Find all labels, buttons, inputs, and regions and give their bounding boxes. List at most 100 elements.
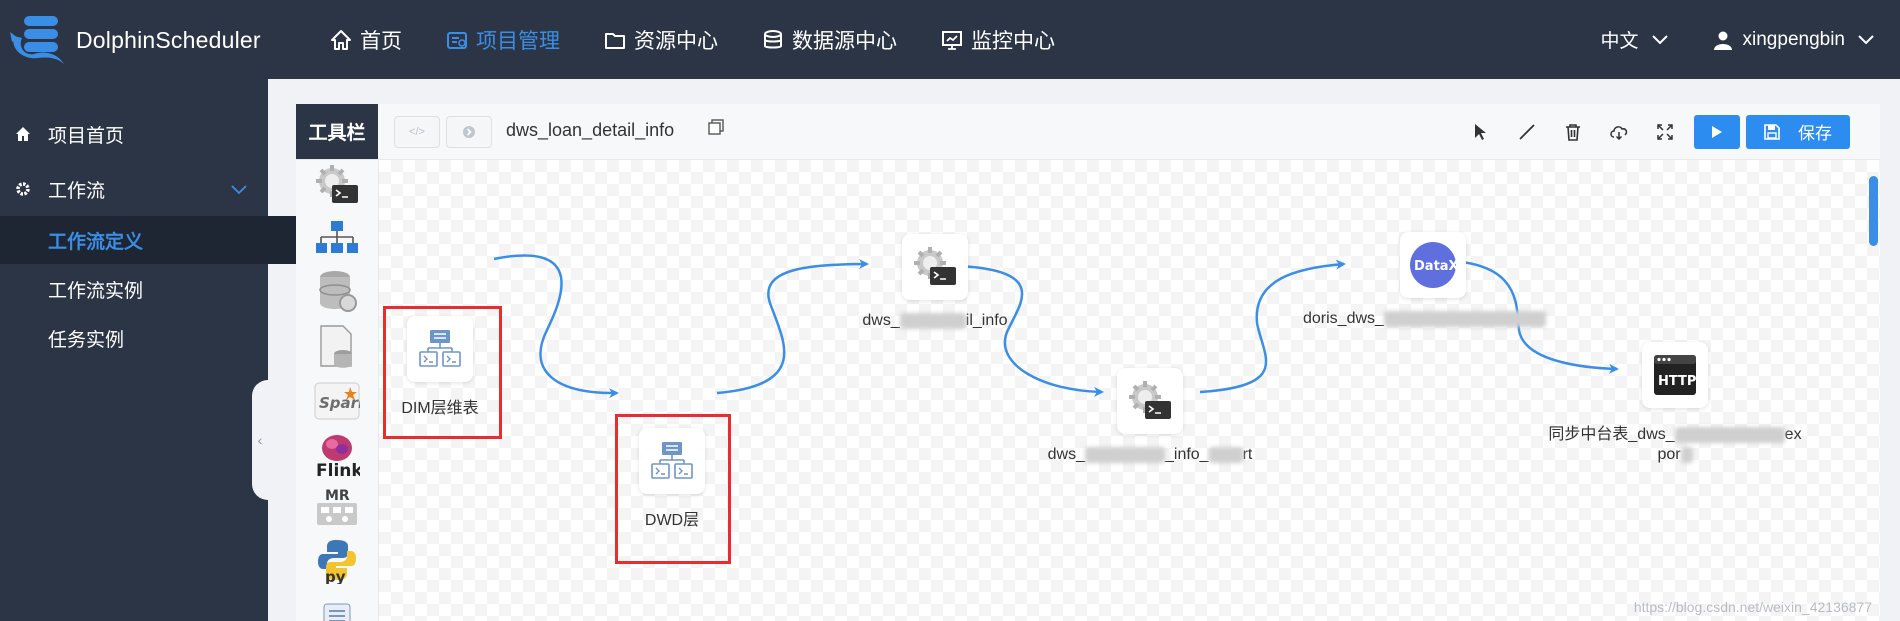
toolbar-title: 工具栏 — [296, 104, 378, 159]
task-node-shell-1[interactable]: dws_ il_info — [835, 234, 1035, 330]
shell-icon — [316, 165, 358, 203]
palette-dependent[interactable] — [312, 592, 362, 621]
download-button[interactable] — [1596, 124, 1642, 140]
palette-procedure[interactable] — [312, 266, 362, 316]
gear-icon — [13, 181, 33, 197]
user-icon — [1713, 31, 1732, 50]
svg-text:py: py — [325, 568, 346, 584]
user-menu[interactable]: xingpengbin — [1713, 29, 1875, 51]
task-node-label: dws_ _info_ rt — [1045, 446, 1255, 464]
nav-item-project[interactable]: 项目管理 — [446, 25, 560, 55]
dag-canvas[interactable]: DIM层维表 DWD层 dws_ il_info dws_ _info_ rt — [379, 160, 1880, 621]
sidebar-item-workflow-instance[interactable]: 工作流实例 — [0, 265, 316, 313]
nav-item-datasource[interactable]: 数据源中心 — [762, 25, 897, 55]
line-tool-button[interactable] — [1504, 123, 1550, 141]
top-nav: DolphinScheduler 首页 项目管理 资源中心 数据源中心 监控中心… — [0, 0, 1900, 79]
main-nav: 首页 项目管理 资源中心 数据源中心 监控中心 — [330, 0, 1099, 79]
language-switcher[interactable]: 中文 — [1601, 26, 1669, 53]
palette-sub-process[interactable] — [312, 214, 362, 264]
project-icon — [447, 31, 467, 49]
shell-icon — [1129, 381, 1171, 419]
task-node-label: DIM层维表 — [401, 400, 479, 417]
task-node-icon-box — [1117, 368, 1183, 434]
datax-icon-text: DataX — [1414, 259, 1457, 274]
chevron-down-icon — [1858, 34, 1874, 44]
sidebar-item-label: 工作流实例 — [48, 280, 144, 302]
datax-icon: DataX — [1410, 242, 1457, 288]
edge-n1-n2[interactable] — [493, 254, 619, 399]
flink-icon: Flink — [316, 435, 360, 478]
sub-process-icon — [316, 221, 358, 253]
sidebar-item-workflow[interactable]: 工作流 — [0, 165, 268, 213]
sidebar-item-task-instance[interactable]: 任务实例 — [0, 314, 316, 362]
task-node-icon-box — [902, 234, 968, 300]
sidebar-collapse-handle[interactable]: ‹ — [252, 380, 268, 500]
editor-toolbar: 工具栏 </> dws_loan_detail_info 保存 — [296, 104, 1880, 160]
task-node-dwd[interactable]: DWD层 — [615, 428, 729, 530]
nav-item-label: 数据源中心 — [792, 29, 897, 53]
spark-icon: Spark — [314, 382, 360, 420]
shell-icon — [914, 247, 956, 285]
redacted-text — [1208, 446, 1243, 463]
palette-flink[interactable]: Flink — [312, 430, 362, 480]
view-variables-button[interactable]: </> — [394, 116, 440, 148]
label-part: rt — [1242, 446, 1253, 463]
chevron-down-icon — [1651, 34, 1668, 44]
sidebar-item-workflow-definition[interactable]: 工作流定义 — [0, 216, 316, 264]
logo[interactable]: DolphinScheduler — [8, 12, 268, 68]
sql-icon — [320, 325, 352, 368]
sidebar-item-label: 工作流 — [48, 180, 106, 202]
task-node-icon-box: HTTP — [1642, 342, 1708, 408]
sidebar-item-label: 任务实例 — [48, 329, 125, 351]
label-part: ex — [1784, 426, 1802, 443]
palette-sql[interactable] — [312, 322, 362, 372]
copy-icon[interactable] — [708, 119, 724, 135]
app-name: DolphinScheduler — [76, 26, 261, 53]
home-icon — [331, 29, 351, 50]
run-button[interactable] — [1694, 114, 1740, 149]
dependent-icon — [323, 603, 351, 621]
user-name: xingpengbin — [1742, 28, 1845, 50]
http-icon: HTTP — [1654, 355, 1696, 395]
palette-python[interactable]: py — [312, 536, 362, 586]
redacted-text — [1674, 426, 1785, 443]
save-label: 保存 — [1798, 124, 1832, 143]
mr-icon: MR — [317, 488, 357, 525]
save-button[interactable]: 保存 — [1746, 114, 1850, 149]
sidebar-item-project-home[interactable]: 项目首页 — [0, 110, 268, 158]
task-node-label: doris_dws_ — [1303, 310, 1563, 328]
svg-text:Spark: Spark — [319, 394, 360, 412]
home-icon — [13, 126, 33, 142]
drag-tool-button[interactable] — [1458, 123, 1504, 141]
fullscreen-button[interactable] — [1642, 123, 1688, 140]
task-node-icon-box — [639, 428, 705, 494]
task-node-label: DWD层 — [644, 512, 700, 529]
dag-editor: 工具栏 </> dws_loan_detail_info 保存 Spar Fli… — [296, 104, 1880, 621]
delete-button[interactable] — [1550, 123, 1596, 141]
editor-tools: 保存 — [1458, 104, 1880, 159]
workflow-name: dws_loan_detail_info — [506, 120, 675, 140]
canvas-scrollbar[interactable] — [1869, 176, 1878, 246]
task-node-shell-2[interactable]: dws_ _info_ rt — [1045, 368, 1255, 464]
task-node-datax[interactable]: DataX doris_dws_ — [1303, 232, 1563, 328]
cloud-download-icon — [1610, 125, 1628, 140]
task-node-http[interactable]: HTTP 同步中台表_dws_ ex por — [1525, 342, 1825, 464]
task-node-dim[interactable]: DIM层维表 — [383, 316, 497, 418]
task-node-label: 同步中台表_dws_ ex — [1525, 420, 1825, 444]
nav-item-resource[interactable]: 资源中心 — [604, 25, 718, 55]
nav-right: 中文 xingpengbin — [1601, 0, 1876, 79]
startup-params-button[interactable] — [446, 116, 492, 148]
label-part: il_info — [965, 312, 1008, 329]
monitor-icon — [942, 30, 962, 50]
task-node-label: dws_ il_info — [835, 312, 1035, 330]
nav-item-label: 资源中心 — [634, 29, 718, 53]
nav-item-home[interactable]: 首页 — [330, 25, 402, 55]
palette-mr[interactable]: MR — [312, 482, 362, 532]
nav-item-monitor[interactable]: 监控中心 — [941, 25, 1055, 55]
palette-shell[interactable] — [312, 160, 362, 210]
sidebar-item-label: 项目首页 — [48, 125, 125, 147]
label-part: _info_ — [1164, 446, 1209, 463]
fullscreen-icon — [1657, 123, 1673, 140]
sub-process-icon — [651, 442, 693, 479]
palette-spark[interactable]: Spark — [312, 376, 362, 426]
